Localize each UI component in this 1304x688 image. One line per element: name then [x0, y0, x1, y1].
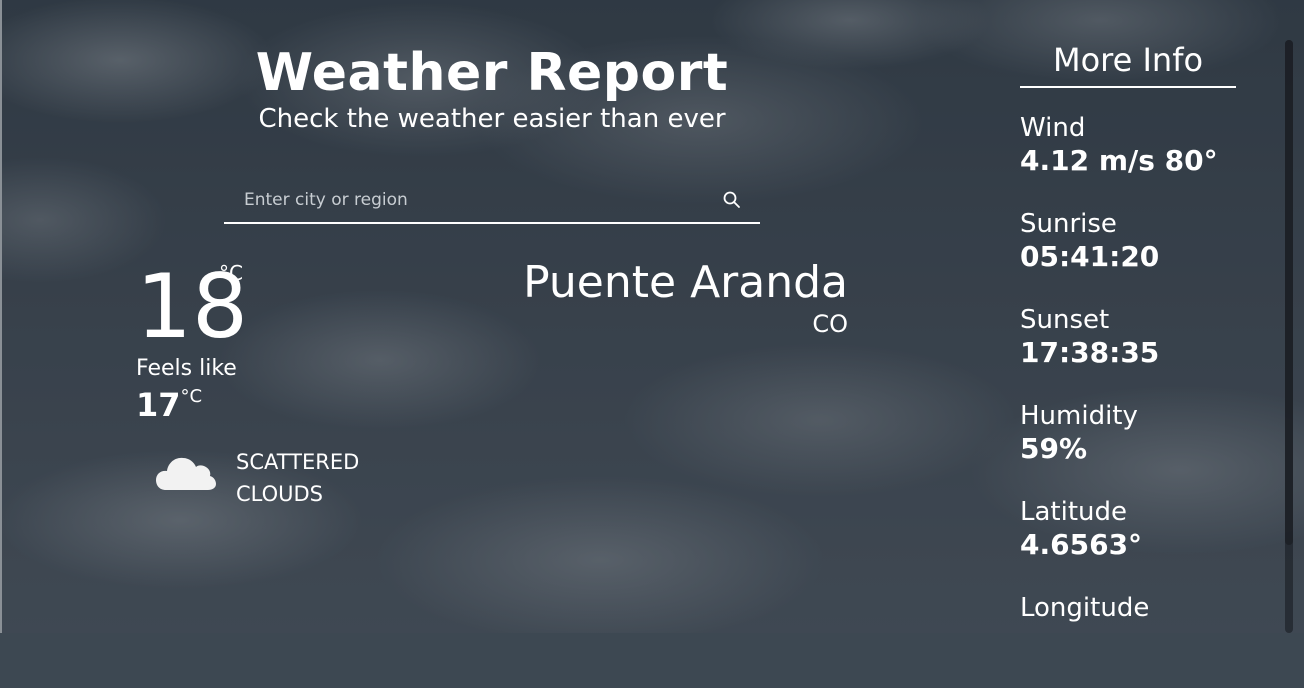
info-value: 4.12 m/s 80° — [1020, 144, 1218, 177]
info-item-sunrise: Sunrise 05:41:20 — [1020, 208, 1236, 304]
scrollbar[interactable] — [1285, 40, 1293, 633]
app-header: Weather Report Check the weather easier … — [190, 38, 794, 134]
info-item-wind: Wind 4.12 m/s 80° — [1020, 112, 1236, 208]
feels-like-value-group: 17°C — [136, 386, 202, 424]
feels-like-unit: °C — [180, 386, 203, 407]
info-label: Sunset — [1020, 305, 1110, 335]
info-value: 59% — [1020, 432, 1088, 465]
more-info-title: More Info — [1020, 40, 1236, 88]
page-subtitle: Check the weather easier than ever — [258, 104, 726, 134]
feels-like-label: Feels like — [136, 356, 237, 381]
info-value: 17:38:35 — [1020, 336, 1160, 369]
info-label: Sunrise — [1020, 209, 1117, 239]
info-value: 4.6563° — [1020, 528, 1143, 561]
info-item-longitude: Longitude — [1020, 592, 1236, 688]
location-city: Puente Aranda — [523, 257, 848, 308]
info-item-sunset: Sunset 17:38:35 — [1020, 304, 1236, 400]
more-info-panel: More Info Wind 4.12 m/s 80° Sunrise 05:4… — [1020, 40, 1236, 688]
temperature-unit: °C — [219, 261, 243, 285]
location-country: CO — [812, 310, 848, 338]
info-label: Longitude — [1020, 593, 1150, 623]
search-bar — [224, 180, 760, 224]
info-item-humidity: Humidity 59% — [1020, 400, 1236, 496]
info-label: Wind — [1020, 113, 1086, 143]
scrollbar-thumb[interactable] — [1285, 40, 1293, 545]
info-list: Wind 4.12 m/s 80° Sunrise 05:41:20 Sunse… — [1020, 112, 1236, 688]
feels-like-value: 17 — [136, 386, 181, 424]
info-label: Latitude — [1020, 497, 1128, 527]
info-value: 05:41:20 — [1020, 240, 1160, 273]
page-title: Weather Report — [255, 43, 729, 103]
info-item-latitude: Latitude 4.6563° — [1020, 496, 1236, 592]
info-label: Humidity — [1020, 401, 1138, 431]
search-input[interactable] — [224, 180, 714, 220]
cloud-icon — [156, 452, 216, 494]
search-icon[interactable] — [722, 190, 742, 210]
window-edge — [0, 0, 2, 633]
weather-condition: SCATTERED CLOUDS — [236, 450, 360, 506]
